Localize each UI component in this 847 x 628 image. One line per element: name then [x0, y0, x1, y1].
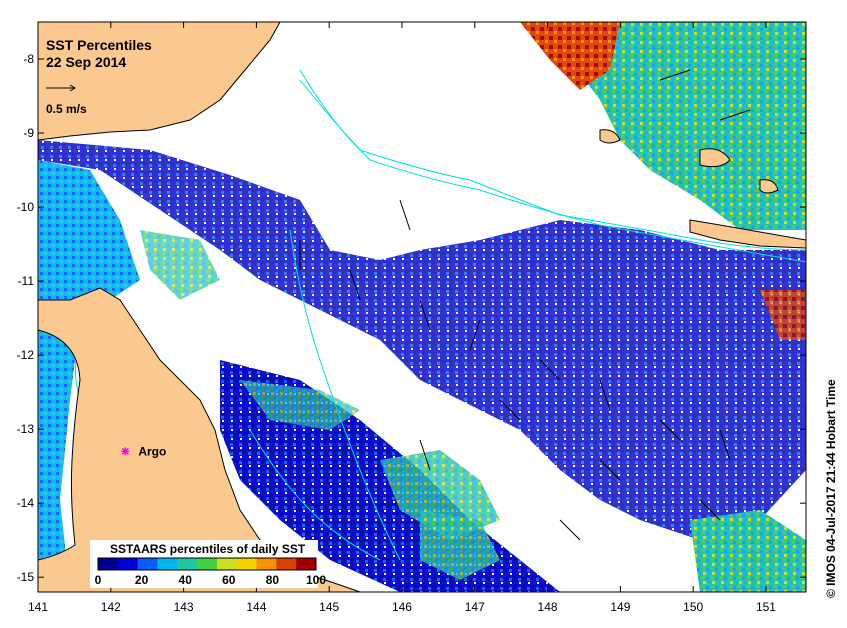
x-tick-label: 149: [610, 600, 630, 614]
x-tick-label: 148: [538, 600, 558, 614]
argo-marker-icon: [121, 447, 130, 456]
x-tick-label: 147: [465, 600, 485, 614]
velocity-scale-label: 0.5 m/s: [46, 102, 87, 116]
imos-credit: © IMOS 04-Jul-2017 21:44 Hobart Time: [824, 379, 838, 598]
legend-swatch: [296, 558, 317, 570]
legend-swatch: [197, 558, 218, 570]
y-tick-label: -15: [17, 570, 35, 584]
legend: SSTAARS percentiles of daily SST 0 20 40 60…: [90, 540, 326, 588]
y-tick-label: -9: [23, 126, 34, 140]
y-tick-label: -14: [17, 496, 35, 510]
map-date: 22 Sep 2014: [46, 54, 126, 70]
argo-label: Argo: [138, 444, 166, 458]
x-tick-label: 143: [174, 600, 194, 614]
legend-label: 100: [306, 573, 326, 587]
map-plot-area: [38, 22, 806, 592]
legend-label: 60: [222, 573, 236, 587]
legend-label: 80: [266, 573, 280, 587]
y-tick-label: -13: [17, 422, 35, 436]
y-tick-label: -11: [18, 274, 35, 288]
map-title: SST Percentiles: [46, 37, 152, 53]
legend-swatch: [276, 558, 297, 570]
legend-swatch: [177, 558, 198, 570]
x-tick-label: 142: [101, 600, 121, 614]
legend-label: 20: [135, 573, 149, 587]
x-tick-label: 144: [246, 600, 266, 614]
x-tick-label: 146: [392, 600, 412, 614]
legend-label: 40: [179, 573, 193, 587]
x-tick-label: 141: [28, 600, 48, 614]
y-tick-label: -10: [17, 200, 35, 214]
legend-swatch: [256, 558, 277, 570]
legend-color-bar: [97, 557, 317, 571]
legend-swatch: [216, 558, 238, 570]
x-tick-label: 151: [756, 600, 776, 614]
x-tick-label: 145: [319, 600, 339, 614]
legend-swatch: [137, 558, 158, 570]
y-tick-label: -8: [23, 52, 34, 66]
legend-swatch: [236, 558, 258, 570]
legend-label: 0: [95, 573, 102, 587]
legend-title: SSTAARS percentiles of daily SST: [110, 542, 306, 556]
legend-swatch: [117, 558, 139, 570]
x-tick-label: 150: [683, 600, 703, 614]
y-tick-label: -12: [17, 348, 35, 362]
map-figure: 141 142 143 144 145 146 147 148 149 150 151 -8 -9 -1…: [17, 21, 838, 614]
legend-swatch: [98, 558, 119, 570]
legend-swatch: [157, 558, 178, 570]
